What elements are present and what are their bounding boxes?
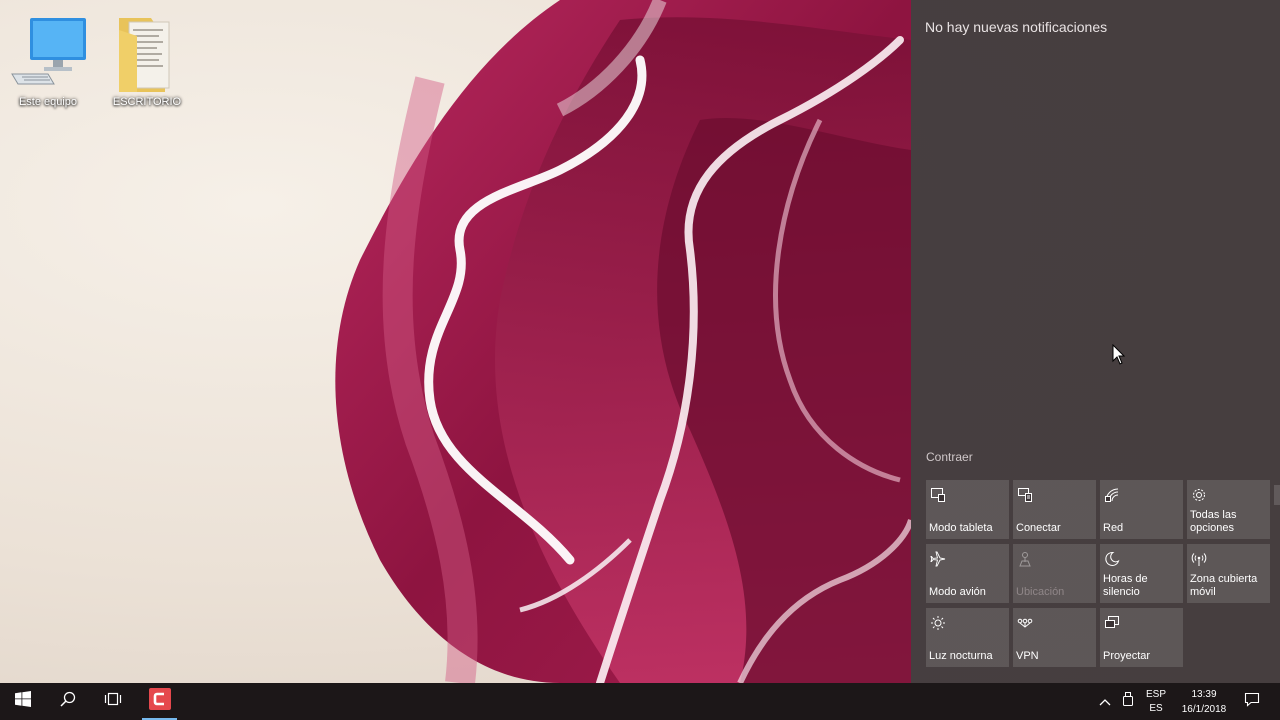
taskbar-app-button[interactable] [137, 683, 182, 720]
vpn-icon [1017, 615, 1033, 631]
no-notifications-text: No hay nuevas notificaciones [925, 19, 1108, 35]
app-icon [148, 688, 171, 715]
tile-label: Horas de silencio [1103, 573, 1148, 598]
tile-quiet-hours[interactable]: Horas de silencio [1100, 544, 1183, 603]
tile-label: Zona cubierta móvil [1190, 573, 1258, 598]
tile-night-light[interactable]: Luz nocturna [926, 608, 1009, 667]
tile-label: Luz nocturna [929, 650, 993, 662]
tile-label: Todas las opciones [1190, 509, 1237, 534]
tile-project[interactable]: Proyectar [1100, 608, 1183, 667]
show-hidden-icons-button[interactable] [1094, 683, 1116, 720]
tile-label: Modo avión [929, 586, 986, 598]
chevron-up-icon [1099, 693, 1111, 711]
action-center-panel: No hay nuevas notificaciones Contraer Mo… [911, 0, 1280, 683]
connect-icon [1017, 487, 1033, 503]
tile-connect[interactable]: Conectar [1013, 480, 1096, 539]
scroll-edge[interactable] [1274, 485, 1280, 505]
usb-icon [1122, 691, 1134, 712]
clock-button[interactable]: 13:39 16/1/2018 [1172, 683, 1236, 720]
location-icon [1017, 551, 1033, 567]
tile-label: Ubicación [1016, 586, 1065, 598]
tile-all-settings[interactable]: Todas las opciones [1187, 480, 1270, 539]
tile-mobile-hotspot[interactable]: Zona cubierta móvil [1187, 544, 1270, 603]
desktop-icon-label: Este equipo [18, 96, 78, 108]
moon-icon [1104, 551, 1120, 567]
search-icon [59, 691, 76, 712]
folder-icon [107, 12, 187, 92]
mouse-cursor-icon [1112, 343, 1126, 366]
notification-icon [1244, 691, 1260, 712]
tile-label: VPN [1016, 650, 1039, 662]
language-secondary: ES [1149, 702, 1163, 714]
desktop-icon-escritorio[interactable]: ESCRITORIO [107, 12, 187, 108]
windows-logo-icon [14, 691, 31, 712]
action-center-button[interactable] [1236, 683, 1268, 720]
network-icon [1104, 487, 1120, 503]
tile-location[interactable]: Ubicación [1013, 544, 1096, 603]
clock-date: 16/1/2018 [1181, 703, 1227, 715]
desktop-icon-this-pc[interactable]: Este equipo [8, 12, 88, 108]
gear-icon [1191, 487, 1207, 503]
collapse-link[interactable]: Contraer [926, 450, 973, 464]
sun-icon [930, 615, 946, 631]
input-language-button[interactable]: ESP ES [1140, 683, 1172, 720]
tile-label: Proyectar [1103, 650, 1151, 662]
airplane-icon [930, 551, 946, 567]
hotspot-icon [1191, 551, 1207, 567]
tile-label: Red [1103, 522, 1124, 534]
tile-tablet-mode[interactable]: Modo tableta [926, 480, 1009, 539]
tablet-mode-icon [930, 487, 946, 503]
task-view-button[interactable] [90, 683, 135, 720]
tile-network[interactable]: Red [1100, 480, 1183, 539]
search-button[interactable] [45, 683, 90, 720]
language-primary: ESP [1145, 688, 1166, 700]
safely-remove-hardware-button[interactable] [1117, 683, 1139, 720]
tile-label: Modo tableta [929, 522, 993, 534]
computer-icon [8, 12, 88, 92]
clock-time: 13:39 [1191, 688, 1217, 700]
tile-vpn[interactable]: VPN [1013, 608, 1096, 667]
project-icon [1104, 615, 1120, 631]
tile-label: Conectar [1016, 522, 1061, 534]
taskbar: ESP ES 13:39 16/1/2018 [0, 683, 1280, 720]
tile-airplane-mode[interactable]: Modo avión [926, 544, 1009, 603]
quick-actions-grid: Modo tableta Conectar Red Todas las opci… [926, 480, 1270, 667]
task-view-icon [104, 691, 122, 712]
desktop-icon-label: ESCRITORIO [112, 96, 182, 108]
start-button[interactable] [0, 683, 45, 720]
